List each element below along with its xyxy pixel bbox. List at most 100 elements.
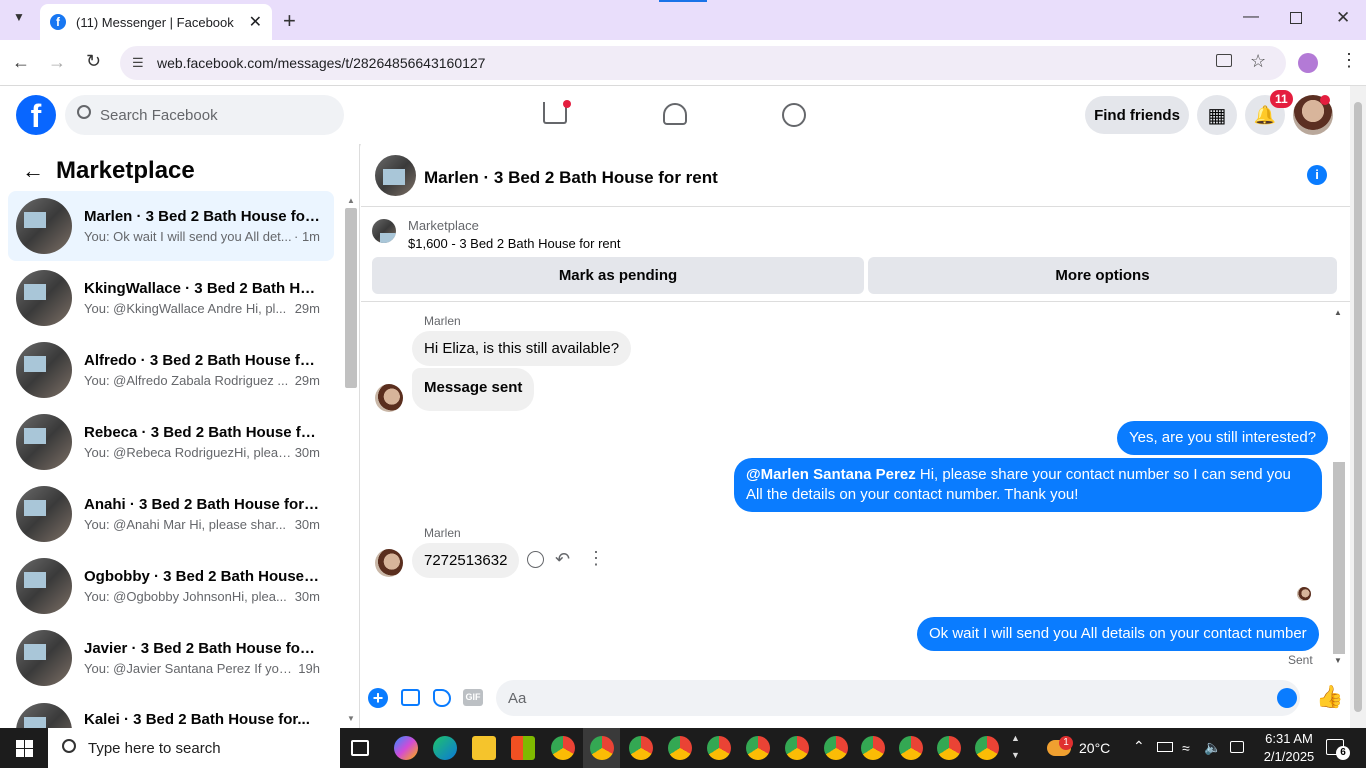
listing-small-thumbnail[interactable] xyxy=(372,219,396,243)
chrome-icon[interactable] xyxy=(590,736,614,760)
chrome-icon[interactable] xyxy=(937,736,961,760)
conversation-item[interactable]: KkingWallace · 3 Bed 2 Bath Ho... You: @… xyxy=(8,263,334,333)
chrome-icon[interactable] xyxy=(785,736,809,760)
chrome-icon[interactable] xyxy=(629,736,653,760)
thumbs-up-icon[interactable]: 👍 xyxy=(1316,684,1343,710)
store-icon[interactable] xyxy=(511,736,535,760)
emoji-icon[interactable] xyxy=(1277,688,1297,708)
incoming-message[interactable]: 7272513632 xyxy=(412,543,520,578)
taskbar-search-input[interactable]: Type here to search xyxy=(48,728,340,768)
friends-icon[interactable] xyxy=(663,103,687,125)
menu-grid-button[interactable]: ▦ xyxy=(1197,95,1237,135)
battery-icon[interactable] xyxy=(1157,742,1173,752)
close-window-icon[interactable]: ✕ xyxy=(1336,8,1350,28)
mark-pending-button[interactable]: Mark as pending xyxy=(372,257,864,294)
chrome-icon[interactable] xyxy=(824,736,848,760)
page-scrollbar[interactable] xyxy=(1350,86,1366,728)
chrome-icon[interactable] xyxy=(975,736,999,760)
chat-header: Marlen · 3 Bed 2 Bath House for rent i xyxy=(361,144,1350,207)
mention[interactable]: @Marlen Santana Perez xyxy=(746,466,916,483)
task-view-icon[interactable] xyxy=(351,740,369,756)
chrome-icon[interactable] xyxy=(899,736,923,760)
forward-icon[interactable]: → xyxy=(48,52,66,73)
incoming-message[interactable]: Message sent xyxy=(412,368,535,411)
taskbar-overflow-icon[interactable]: ▲ ▼ xyxy=(1011,730,1020,764)
chat-scroll-up[interactable]: ▲ xyxy=(1334,308,1342,317)
facebook-logo-icon[interactable]: f xyxy=(16,95,56,135)
new-tab-icon[interactable]: + xyxy=(283,8,296,34)
chat-scroll-thumb[interactable] xyxy=(1333,462,1345,654)
chrome-icon[interactable] xyxy=(551,736,575,760)
photo-icon[interactable] xyxy=(401,689,420,706)
sender-avatar[interactable] xyxy=(375,384,403,412)
site-info-icon[interactable]: ☰ xyxy=(132,55,144,71)
restore-icon[interactable] xyxy=(1290,12,1302,24)
gif-icon[interactable]: GIF xyxy=(463,689,483,706)
chrome-icon[interactable] xyxy=(668,736,692,760)
more-options-button[interactable]: More options xyxy=(868,257,1337,294)
conversation-item[interactable]: Javier · 3 Bed 2 Bath House for r... You… xyxy=(8,623,334,693)
sender-avatar[interactable] xyxy=(375,549,403,577)
marketplace-sidebar: ← Marketplace Marlen · 3 Bed 2 Bath Hous… xyxy=(0,144,360,728)
edge-icon[interactable] xyxy=(433,736,457,760)
add-more-icon[interactable]: + xyxy=(368,688,388,708)
conversation-name: Rebeca · 3 Bed 2 Bath House for... xyxy=(84,424,320,441)
chrome-icon[interactable] xyxy=(746,736,770,760)
more-actions-icon[interactable]: ⋮ xyxy=(587,548,605,569)
chat-header-thumbnail[interactable] xyxy=(375,155,416,196)
install-app-icon[interactable] xyxy=(1216,54,1232,67)
conversation-item[interactable]: Anahi · 3 Bed 2 Bath House for r... You:… xyxy=(8,479,334,549)
bookmark-star-icon[interactable]: ☆ xyxy=(1250,51,1266,72)
reload-icon[interactable]: ↻ xyxy=(86,51,101,72)
chat-scroll-down[interactable]: ▼ xyxy=(1334,656,1342,665)
conversation-item[interactable]: Ogbobby · 3 Bed 2 Bath House f... You: @… xyxy=(8,551,334,621)
tab-list-icon[interactable]: ▼ xyxy=(8,10,30,30)
conversation-item[interactable]: Alfredo · 3 Bed 2 Bath House fo... You: … xyxy=(8,335,334,405)
outgoing-message[interactable]: @Marlen Santana Perez Hi, please share y… xyxy=(734,458,1322,512)
sticker-icon[interactable] xyxy=(433,689,451,707)
chat-scrollbar[interactable]: ▲ ▼ xyxy=(1333,308,1345,668)
scroll-down-arrow[interactable]: ▼ xyxy=(347,714,355,723)
chat-title[interactable]: Marlen · 3 Bed 2 Bath House for rent xyxy=(424,168,718,188)
sidebar-scrollbar[interactable]: ▲ ▼ xyxy=(344,196,358,728)
minimize-icon[interactable]: — xyxy=(1243,8,1259,26)
message-input[interactable]: Aa xyxy=(496,680,1300,716)
profile-icon[interactable] xyxy=(1298,53,1318,73)
conversation-preview: You: @Anahi Mar Hi, please shar... xyxy=(84,517,287,532)
clock-date[interactable]: 2/1/2025 xyxy=(1257,749,1321,764)
wifi-icon[interactable]: ≈ xyxy=(1182,740,1190,756)
page-scroll-thumb[interactable] xyxy=(1354,102,1362,712)
start-icon[interactable] xyxy=(16,740,33,757)
groups-icon[interactable] xyxy=(782,103,806,127)
outgoing-message[interactable]: Yes, are you still interested? xyxy=(1117,421,1329,455)
tab-close-icon[interactable]: ✕ xyxy=(249,12,262,32)
camera-icon[interactable] xyxy=(1230,741,1244,753)
back-arrow-icon[interactable]: ← xyxy=(22,158,44,184)
browser-tab[interactable]: f (11) Messenger | Facebook ✕ xyxy=(40,4,272,40)
url-field[interactable]: ☰ web.facebook.com/messages/t/2826485664… xyxy=(120,46,1286,80)
conversation-item[interactable]: Marlen · 3 Bed 2 Bath House for... You: … xyxy=(8,191,334,261)
tray-chevron-icon[interactable]: ⌃ xyxy=(1133,738,1145,755)
chrome-icon[interactable] xyxy=(707,736,731,760)
outgoing-message[interactable]: Ok wait I will send you All details on y… xyxy=(917,617,1319,651)
chrome-icon[interactable] xyxy=(861,736,885,760)
menu-kebab-icon[interactable]: ⋮ xyxy=(1340,50,1358,71)
find-friends-button[interactable]: Find friends xyxy=(1085,96,1189,134)
back-icon[interactable]: ← xyxy=(12,52,30,73)
conversation-time: 29m xyxy=(294,301,320,316)
incoming-message[interactable]: Hi Eliza, is this still available? xyxy=(412,331,632,366)
info-icon[interactable]: i xyxy=(1307,165,1327,185)
facebook-search-input[interactable]: Search Facebook xyxy=(65,95,344,135)
copilot-icon[interactable] xyxy=(394,736,418,760)
clock-time[interactable]: 6:31 AM xyxy=(1257,731,1321,746)
listing-title[interactable]: $1,600 - 3 Bed 2 Bath House for rent xyxy=(408,236,620,251)
volume-icon[interactable]: 🔈 xyxy=(1204,739,1221,756)
conversation-item[interactable]: Rebeca · 3 Bed 2 Bath House for... You: … xyxy=(8,407,334,477)
conversation-item[interactable]: Kalei · 3 Bed 2 Bath House for... xyxy=(8,695,334,728)
sidebar-scroll-thumb[interactable] xyxy=(345,208,357,388)
reply-icon[interactable]: ↶ xyxy=(555,549,570,570)
react-smiley-icon[interactable] xyxy=(527,551,544,568)
scroll-up-arrow[interactable]: ▲ xyxy=(347,196,355,205)
file-explorer-icon[interactable] xyxy=(472,736,496,760)
weather-temp[interactable]: 20°C xyxy=(1079,740,1110,756)
